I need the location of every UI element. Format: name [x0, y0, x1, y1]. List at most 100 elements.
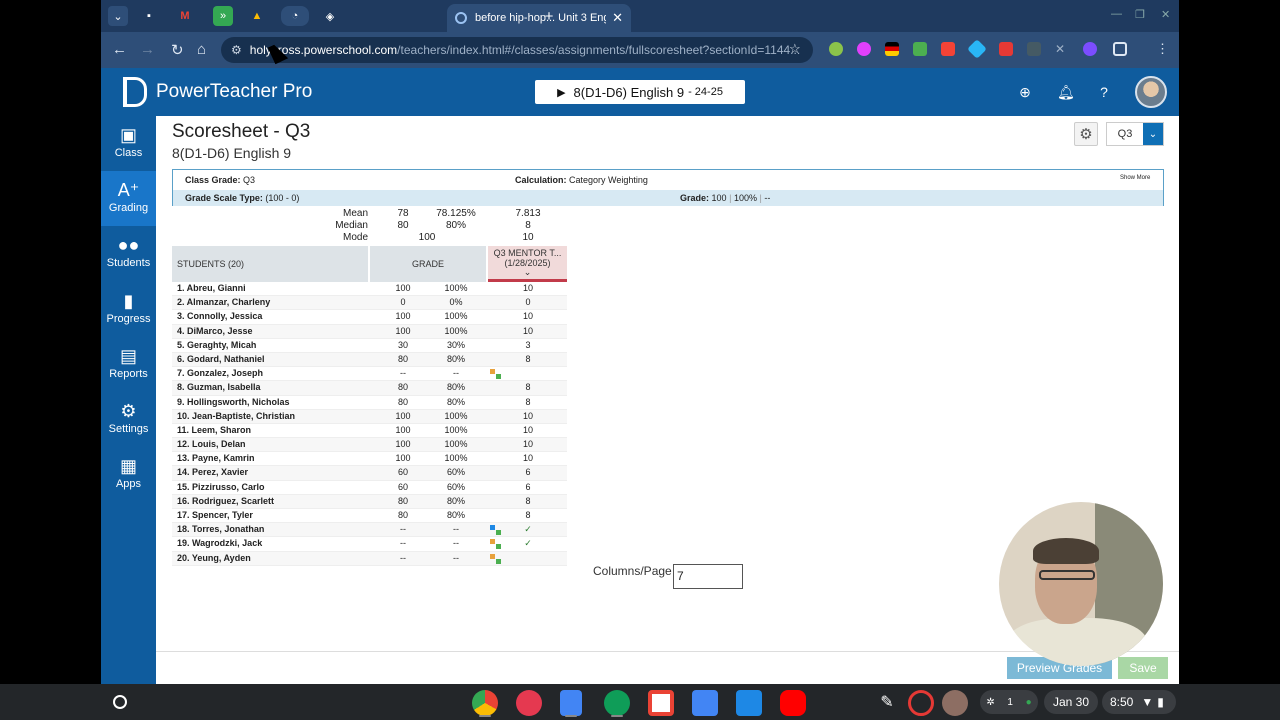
assignment-score[interactable]: 10 — [488, 326, 568, 336]
term-selector[interactable]: Q3 ⌄ — [1106, 122, 1164, 146]
pinned-tab-drive[interactable]: ▲ — [247, 6, 267, 26]
sidebar-item-reports[interactable]: ▤ Reports — [101, 337, 156, 392]
chevron-down-icon[interactable]: ⌄ — [524, 268, 532, 277]
mute-icon[interactable]: ✕ — [1055, 42, 1069, 56]
pinned-tab-gmail[interactable]: M — [175, 6, 195, 26]
assignment-score[interactable]: 8 — [488, 496, 568, 506]
help-icon[interactable]: ? — [1096, 84, 1112, 100]
tray-date[interactable]: Jan 30 — [1044, 690, 1098, 714]
sidebar-item-progress[interactable]: ▮ Progress — [101, 282, 156, 337]
back-icon[interactable]: ← — [112, 41, 127, 58]
table-row[interactable]: 13. Payne, Kamrin 100 100% 10 — [172, 452, 568, 467]
assignment-score[interactable]: 10 — [488, 411, 568, 421]
table-row[interactable]: 12. Louis, Delan 100 100% 10 — [172, 438, 568, 453]
table-row[interactable]: 5. Geraghty, Micah 30 30% 3 — [172, 339, 567, 353]
url-field[interactable]: ⚙ holycross.powerschool.com /teachers/in… — [221, 37, 813, 63]
table-row[interactable]: 8. Guzman, Isabella 80 80% 8 — [172, 381, 568, 396]
assignment-score[interactable]: 3 — [488, 340, 568, 350]
table-row[interactable]: 3. Connolly, Jessica 100 100% 10 — [172, 310, 568, 325]
forward-icon[interactable]: → — [140, 41, 155, 58]
tab-close-icon[interactable]: ✕ — [612, 10, 623, 26]
assignment-score[interactable]: 10 — [488, 311, 568, 321]
table-row[interactable]: 20. Yeung, Ayden -- -- — [172, 551, 567, 566]
table-row[interactable]: 6. Godard, Nathaniel 80 80% 8 — [172, 352, 568, 368]
table-row[interactable]: 14. Perez, Xavier 60 60% 6 — [172, 466, 568, 481]
tray-notifications[interactable]: ✲ 1 ● — [980, 690, 1038, 714]
table-row[interactable]: 17. Spencer, Tyler 80 80% 8 — [172, 509, 568, 524]
new-tab-button[interactable]: + — [539, 6, 559, 26]
assignment-score[interactable]: 6 — [488, 467, 568, 477]
extension-8-icon[interactable] — [1027, 42, 1041, 56]
bookmark-star-icon[interactable]: ☆ — [789, 41, 801, 57]
launcher-icon[interactable] — [113, 695, 127, 709]
extension-7-icon[interactable] — [999, 42, 1013, 56]
students-column-header[interactable]: STUDENTS (20) — [172, 246, 368, 282]
pinned-tab-powerschool[interactable]: ◔ — [281, 6, 309, 26]
user-tray-avatar[interactable] — [942, 690, 968, 716]
site-info-icon[interactable]: ⚙ — [231, 43, 242, 57]
youtube-app-icon[interactable] — [780, 690, 806, 716]
extension-6-icon[interactable] — [967, 39, 987, 59]
class-selector[interactable]: ▶ 8(D1-D6) English 9 - 24-25 — [535, 80, 745, 104]
assignment-score[interactable]: 8 — [488, 397, 568, 407]
sidebar-item-students[interactable]: ●● Students — [101, 226, 156, 281]
table-row[interactable]: 10. Jean-Baptiste, Christian 100 100% 10 — [172, 409, 568, 424]
sidebar-item-grading[interactable]: A⁺ Grading — [101, 171, 156, 226]
chrome-app-icon[interactable] — [472, 690, 498, 716]
notifications-bell-icon[interactable]: 🔔︎ — [1057, 84, 1075, 100]
screen-record-icon[interactable] — [908, 690, 934, 716]
minimize-icon[interactable]: — — [1111, 8, 1122, 20]
calendar-app-icon[interactable] — [692, 690, 718, 716]
extension-3-icon[interactable] — [885, 42, 899, 56]
table-row[interactable]: 9. Hollingsworth, Nicholas 80 80% 8 — [172, 396, 567, 410]
sidebar-item-settings[interactable]: ⚙ Settings — [101, 392, 156, 447]
table-row[interactable]: 19. Wagrodzki, Jack -- -- ✓ — [172, 537, 567, 552]
pinned-tab-shield[interactable]: ◈ — [320, 6, 340, 26]
classroom-app-icon[interactable] — [604, 690, 630, 716]
extension-4-icon[interactable] — [913, 42, 927, 56]
table-row[interactable]: 15. Pizzirusso, Carlo 60 60% 6 — [172, 481, 567, 495]
assignment-score[interactable]: 8 — [488, 354, 568, 364]
table-row[interactable]: 1. Abreu, Gianni 100 100% 10 — [172, 282, 568, 297]
assignment-score[interactable]: 8 — [488, 510, 568, 520]
avatar[interactable] — [1135, 76, 1167, 108]
pinned-tab-contacts[interactable]: ▪ — [139, 6, 159, 26]
extension-9-icon[interactable] — [1083, 42, 1097, 56]
grade-column-header[interactable]: GRADE — [370, 246, 486, 282]
home-icon[interactable]: ⌂ — [197, 41, 206, 58]
assignment-score[interactable]: 10 — [488, 283, 568, 293]
assignment-score[interactable]: 6 — [488, 482, 568, 492]
canvas-app-icon[interactable] — [516, 690, 542, 716]
pinned-tab-classroom[interactable]: » — [213, 6, 233, 26]
extension-2-icon[interactable] — [857, 42, 871, 56]
table-row[interactable]: 7. Gonzalez, Joseph -- -- — [172, 367, 567, 382]
table-row[interactable]: 16. Rodriguez, Scarlett 80 80% 8 — [172, 494, 568, 509]
scoresheet-settings-button[interactable]: ⚙ — [1074, 122, 1098, 146]
browser-menu-icon[interactable]: ⋮ — [1156, 41, 1169, 57]
sidebar-item-class[interactable]: ▣ Class — [101, 116, 156, 171]
extensions-puzzle-icon[interactable] — [1113, 42, 1127, 56]
assignment-score[interactable]: 10 — [488, 453, 568, 463]
table-row[interactable]: 18. Torres, Jonathan -- -- ✓ — [172, 523, 567, 538]
reload-icon[interactable]: ↻ — [171, 41, 184, 59]
tab-search-button[interactable]: ⌄ — [108, 6, 128, 26]
window-close-icon[interactable]: ✕ — [1161, 8, 1170, 21]
gmail-app-icon[interactable] — [648, 690, 674, 716]
table-row[interactable]: 11. Leem, Sharon 100 100% 10 — [172, 424, 568, 439]
docs-app-icon[interactable] — [560, 690, 582, 716]
extension-1-icon[interactable] — [829, 42, 843, 56]
assignment-score[interactable]: 10 — [488, 425, 568, 435]
show-more-link[interactable]: Show More — [1120, 175, 1150, 181]
tray-status[interactable]: 8:50 ▼ ▮ — [1102, 690, 1176, 714]
add-icon[interactable]: ⊕ — [1017, 84, 1033, 100]
assignment-score[interactable]: 8 — [488, 382, 568, 392]
table-row[interactable]: 2. Almanzar, Charleny 0 0% 0 — [172, 296, 567, 311]
assignment-column-header[interactable]: Q3 MENTOR T... (1/28/2025) ⌄ — [488, 246, 567, 282]
pen-icon[interactable]: ✎ — [874, 690, 900, 716]
sidebar-item-apps[interactable]: ▦ Apps — [101, 447, 156, 502]
columns-per-page-input[interactable]: 7 — [673, 564, 743, 589]
table-row[interactable]: 4. DiMarco, Jesse 100 100% 10 — [172, 324, 568, 339]
assignment-score[interactable]: 10 — [488, 439, 568, 449]
maximize-icon[interactable]: ❐ — [1135, 8, 1145, 21]
files-app-icon[interactable] — [736, 690, 762, 716]
